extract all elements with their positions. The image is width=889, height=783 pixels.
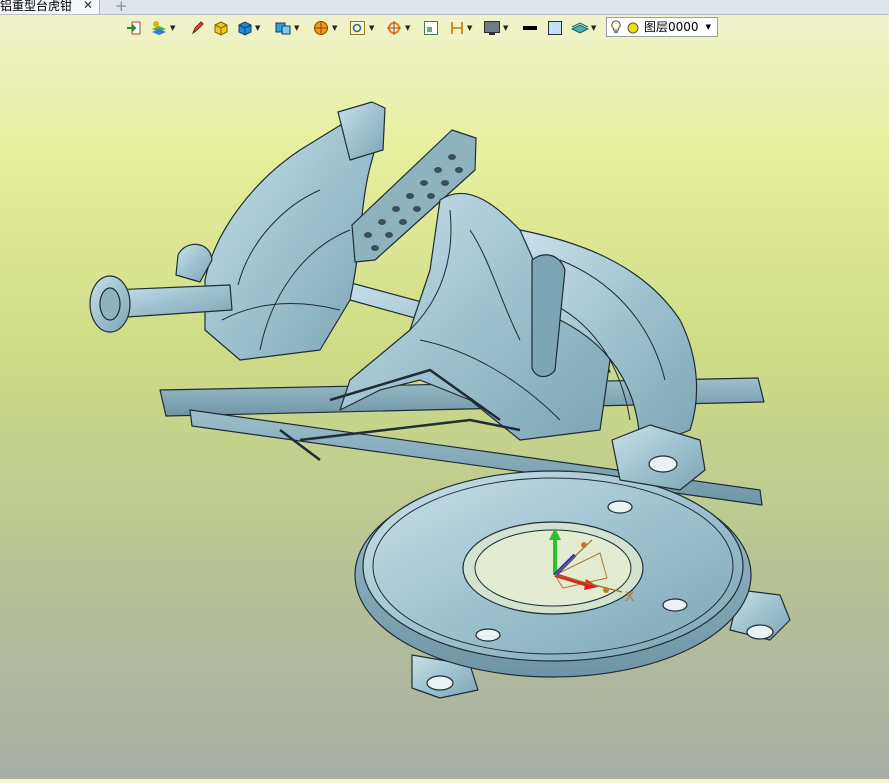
zoom-window-button[interactable]: ▼ [349,17,374,39]
chevron-down-icon[interactable]: ▼ [706,18,711,36]
pen-icon [191,21,204,35]
target-icon [387,21,401,35]
fill-color-icon [548,21,562,35]
display-button[interactable]: ▼ [483,17,508,39]
fill-color-button[interactable] [547,17,563,39]
solid-view-button[interactable]: ▼ [274,17,299,39]
chevron-down-icon[interactable]: ▼ [467,24,472,32]
document-tab-bar: 铝重型台虎钳 ✕ + [0,0,889,15]
chevron-down-icon[interactable]: ▼ [255,24,260,32]
box-yellow-button[interactable] [213,17,229,39]
square-frame-icon [424,21,438,35]
chevron-down-icon[interactable]: ▼ [591,24,596,32]
chevron-down-icon[interactable]: ▼ [405,24,410,32]
chevron-down-icon[interactable]: ▼ [503,24,508,32]
solid-view-icon [275,22,291,35]
chevron-down-icon[interactable]: ▼ [294,24,299,32]
target-button[interactable]: ▼ [385,17,410,39]
chevron-down-icon[interactable]: ▼ [332,24,337,32]
import-icon [127,21,141,35]
document-tab[interactable]: 铝重型台虎钳 ✕ [0,0,100,14]
shading-button[interactable]: ▼ [312,17,337,39]
base-ear-hole-right [746,624,774,640]
layer-name: 图层0000 [644,20,699,34]
layer-style-icon [571,22,589,34]
view-toolbar: ▼ ▼ ▼ ▼ ▼ ▼ ▼ ▼ ▼ 图层0000 ▼ [120,15,720,41]
layers-manager-icon [152,21,166,35]
import-button[interactable] [126,17,142,39]
sketch-button[interactable] [190,17,204,39]
lightbulb-icon[interactable] [610,20,622,35]
layer-color-dot-icon[interactable] [627,22,639,34]
bolt-hole [662,598,688,612]
bolt-hole [475,628,501,642]
chevron-down-icon[interactable]: ▼ [369,24,374,32]
zoom-window-icon [350,21,365,35]
bolt-hole [607,500,633,514]
box-yellow-icon [214,21,228,36]
dimension-button[interactable]: ▼ [449,17,472,39]
model-canvas[interactable]: X [0,42,889,779]
line-black-icon [523,26,537,30]
layers-manager-button[interactable]: ▼ [150,17,175,39]
layer-selector[interactable]: 图层0000 ▼ [606,17,718,37]
3d-viewport[interactable]: X [0,42,889,779]
vise-model[interactable] [89,101,791,699]
chevron-down-icon[interactable]: ▼ [170,24,175,32]
line-color-button[interactable] [522,17,538,39]
sphere-orange-icon [314,21,328,35]
add-tab-icon[interactable]: + [115,0,128,15]
x-axis-label: X [625,588,635,604]
layer-style-button[interactable]: ▼ [571,17,596,39]
display-monitor-icon [484,21,500,35]
document-tab-title: 铝重型台虎钳 [0,0,73,13]
frame-button[interactable] [423,17,439,39]
box-blue-button[interactable]: ▼ [237,17,260,39]
box-blue-icon [238,21,252,36]
close-tab-icon[interactable]: ✕ [83,0,93,12]
dimension-icon [451,22,463,34]
